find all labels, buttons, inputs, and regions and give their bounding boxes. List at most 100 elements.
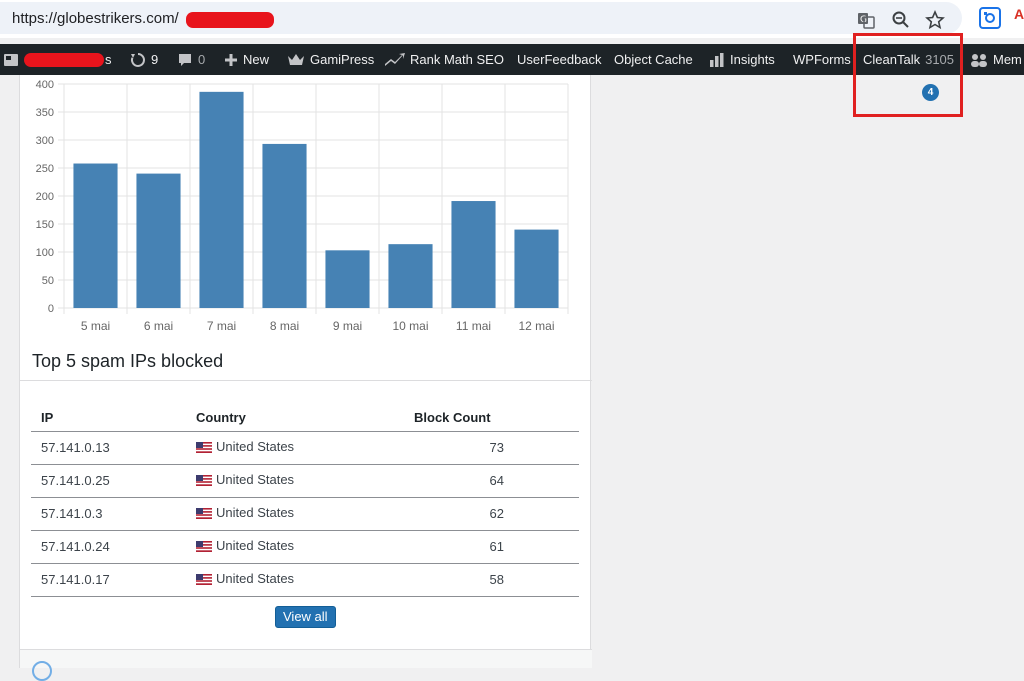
section-title: Top 5 spam IPs blocked xyxy=(32,351,224,371)
flag-us-icon xyxy=(196,507,212,522)
x-tick-label: 7 mai xyxy=(207,319,236,333)
country-name: United States xyxy=(216,571,295,586)
plus-icon xyxy=(224,53,238,67)
x-tick-label: 5 mai xyxy=(81,319,110,333)
insights-menu[interactable]: Insights xyxy=(709,44,775,75)
new-content-menu[interactable]: New xyxy=(224,44,269,75)
members-label: Mem xyxy=(993,52,1022,67)
table-row: 57.141.0.13 United States 73 xyxy=(31,431,579,465)
block-count-cell: 62 xyxy=(404,497,579,531)
chart-bar xyxy=(199,91,244,308)
userfeedback-menu[interactable]: UserFeedback xyxy=(517,44,602,75)
members-icon xyxy=(970,53,988,67)
y-tick-label: 250 xyxy=(36,163,54,175)
y-tick-label: 100 xyxy=(36,247,54,259)
comment-icon xyxy=(177,52,193,68)
chart-bar xyxy=(388,244,433,308)
members-menu[interactable]: Mem xyxy=(970,44,1022,75)
x-tick-label: 11 mai xyxy=(456,319,491,333)
translate-icon[interactable]: G xyxy=(856,10,876,30)
objectcache-label: Object Cache xyxy=(614,52,693,67)
rankmath-icon xyxy=(385,52,405,67)
new-label: New xyxy=(243,52,270,67)
redaction-mark xyxy=(24,52,104,67)
rankmath-menu[interactable]: Rank Math SEO xyxy=(385,44,504,75)
info-circle-icon xyxy=(32,661,52,681)
site-menu[interactable]: s xyxy=(3,44,112,75)
x-tick-label: 12 mai xyxy=(518,319,554,333)
gamipress-label: GamiPress xyxy=(310,52,375,67)
footer-strip xyxy=(20,649,592,681)
address-bar[interactable]: https://globestrikers.com/ G xyxy=(0,2,962,34)
chart-bar xyxy=(262,143,307,308)
ip-cell: 57.141.0.25 xyxy=(31,464,186,498)
spam-chart: 0 50 100 150 200 250 300 350 400 5 mai 6 mai 7 mai 8… xyxy=(36,79,569,333)
url-text[interactable]: https://globestrikers.com/ xyxy=(12,10,179,27)
zoom-icon[interactable] xyxy=(891,10,911,30)
crown-icon xyxy=(287,53,305,67)
screenshot-extension-icon[interactable] xyxy=(978,6,1002,30)
star-icon[interactable] xyxy=(925,9,945,30)
x-tick-label: 10 mai xyxy=(392,319,428,333)
y-tick-label: 50 xyxy=(42,275,54,287)
annotation-highlight-box xyxy=(853,33,963,117)
table-row: 57.141.0.3 United States 62 xyxy=(31,497,579,531)
updates-menu[interactable]: 9 xyxy=(130,44,158,75)
redaction-mark xyxy=(186,12,274,28)
insights-icon xyxy=(709,52,725,68)
country-cell: United States xyxy=(186,464,404,498)
insights-label: Insights xyxy=(730,52,775,67)
table-header-row: IP Country Block Count xyxy=(31,405,579,432)
gamipress-menu[interactable]: GamiPress xyxy=(287,44,374,75)
y-tick-label: 200 xyxy=(36,191,54,203)
y-tick-label: 150 xyxy=(36,219,54,231)
column-header-ip: IP xyxy=(31,405,186,432)
country-name: United States xyxy=(216,505,295,520)
rankmath-label: Rank Math SEO xyxy=(410,52,504,67)
chart-bar xyxy=(73,163,118,308)
profile-icon[interactable]: A xyxy=(1014,6,1024,26)
country-name: United States xyxy=(216,439,295,454)
flag-us-icon xyxy=(196,540,212,555)
block-count-cell: 73 xyxy=(404,431,579,465)
site-name-tail: s xyxy=(105,52,112,67)
country-cell: United States xyxy=(186,563,404,597)
objectcache-menu[interactable]: Object Cache xyxy=(614,44,693,75)
wpforms-menu[interactable]: WPForms xyxy=(793,44,851,75)
view-all-button[interactable]: View all xyxy=(275,606,336,628)
y-tick-label: 350 xyxy=(36,107,54,119)
site-icon xyxy=(3,52,19,68)
chart-bar xyxy=(325,250,370,308)
y-tick-label: 0 xyxy=(48,303,54,315)
spam-ip-table: IP Country Block Count 57.141.0.13 United… xyxy=(31,405,579,597)
country-cell: United States xyxy=(186,431,404,465)
block-count-cell: 61 xyxy=(404,530,579,564)
flag-us-icon xyxy=(196,474,212,489)
flag-us-icon xyxy=(196,441,212,456)
column-header-block-count: Block Count xyxy=(404,405,579,432)
updates-icon xyxy=(130,52,146,68)
spam-stats-widget: 0 50 100 150 200 250 300 350 400 5 mai 6 mai 7 mai 8… xyxy=(19,75,592,681)
updates-count: 9 xyxy=(151,52,159,67)
ip-cell: 57.141.0.17 xyxy=(31,563,186,597)
column-header-country: Country xyxy=(186,405,404,432)
table-row: 57.141.0.25 United States 64 xyxy=(31,464,579,498)
y-tick-label: 400 xyxy=(36,79,54,91)
comments-menu[interactable]: 0 xyxy=(177,44,205,75)
block-count-cell: 64 xyxy=(404,464,579,498)
x-tick-label: 8 mai xyxy=(270,319,299,333)
block-count-cell: 58 xyxy=(404,563,579,597)
ip-cell: 57.141.0.13 xyxy=(31,431,186,465)
y-tick-label: 300 xyxy=(36,135,54,147)
table-row: 57.141.0.24 United States 61 xyxy=(31,530,579,564)
country-name: United States xyxy=(216,538,295,553)
wpforms-label: WPForms xyxy=(793,52,851,67)
ip-cell: 57.141.0.24 xyxy=(31,530,186,564)
table-row: 57.141.0.17 United States 58 xyxy=(31,563,579,597)
flag-us-icon xyxy=(196,573,212,588)
comments-count: 0 xyxy=(198,52,206,67)
country-name: United States xyxy=(216,472,295,487)
divider xyxy=(20,380,592,381)
userfeedback-label: UserFeedback xyxy=(517,52,602,67)
country-cell: United States xyxy=(186,530,404,564)
